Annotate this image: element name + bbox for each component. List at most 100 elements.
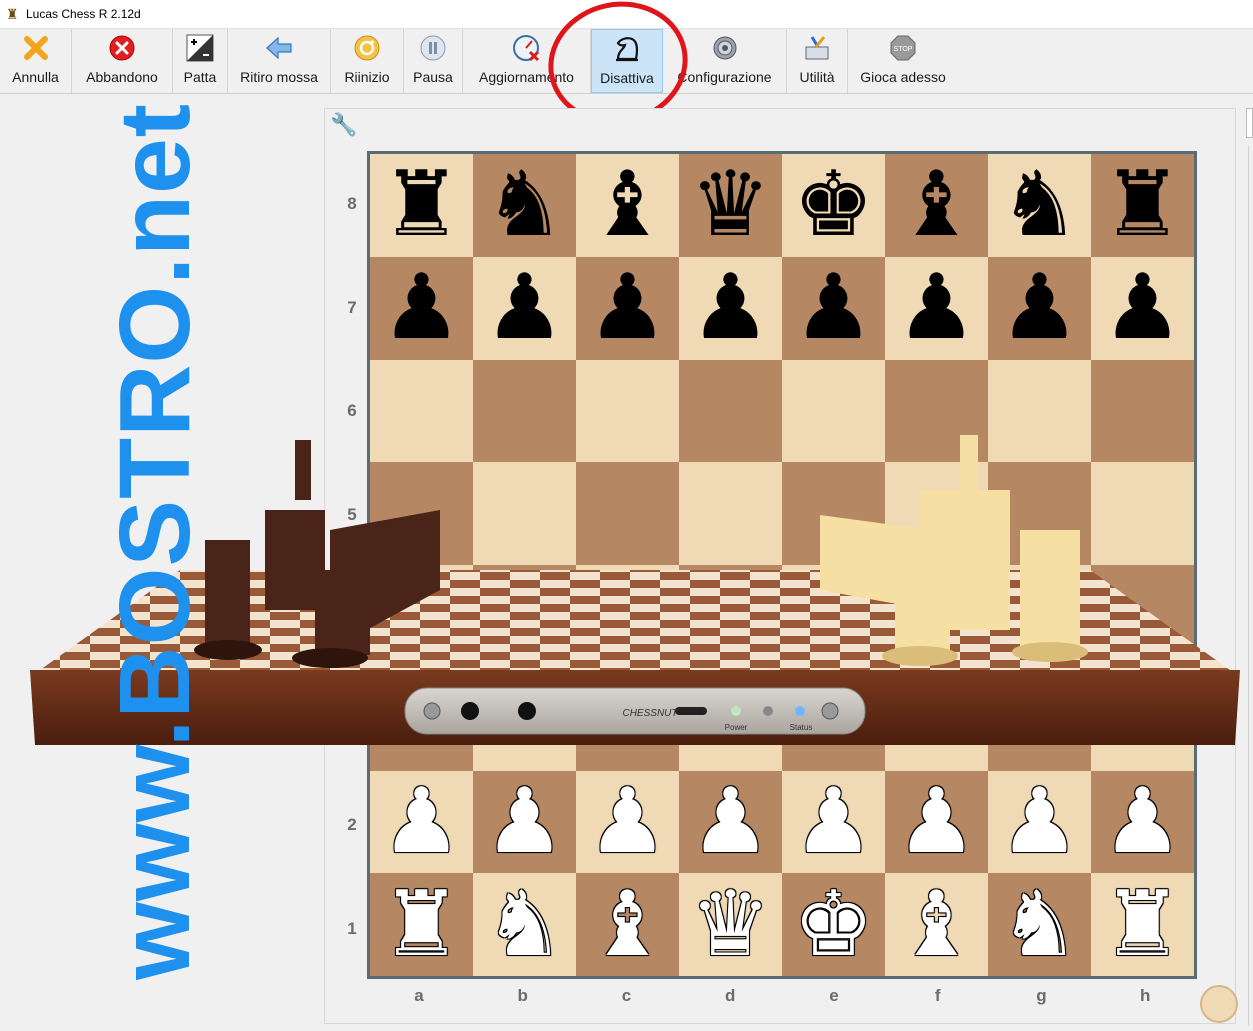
rank-label: 6 (347, 401, 357, 420)
white-piece[interactable]: ♜ (381, 879, 462, 970)
square-b1[interactable]: ♞ (473, 873, 576, 976)
black-piece[interactable]: ♟ (793, 263, 874, 353)
white-piece[interactable]: ♝ (587, 879, 668, 970)
disattiva-button[interactable]: Disattiva (591, 29, 663, 93)
black-piece[interactable]: ♟ (484, 263, 565, 353)
square-d8[interactable]: ♛ (679, 154, 782, 257)
update-gauge-icon (512, 33, 542, 63)
utilita-button[interactable]: Utilità (787, 29, 848, 93)
white-piece[interactable]: ♞ (999, 879, 1080, 970)
wrench-icon[interactable]: 🔧 (330, 112, 357, 138)
patta-button[interactable]: Patta (173, 29, 228, 93)
square-e2[interactable]: ♟ (782, 770, 885, 874)
white-piece[interactable]: ♟ (587, 776, 668, 867)
square-a7[interactable]: ♟ (370, 256, 473, 360)
white-piece[interactable]: ♟ (793, 776, 874, 867)
square-b2[interactable]: ♟ (473, 770, 576, 874)
sidebar-scroll-button[interactable] (1246, 108, 1253, 138)
aggiornamento-button[interactable]: Aggiornamento (463, 29, 591, 93)
square-f2[interactable]: ♟ (885, 770, 988, 874)
black-piece[interactable]: ♝ (587, 160, 668, 250)
black-piece[interactable]: ♟ (999, 263, 1080, 353)
white-piece[interactable]: ♛ (690, 879, 771, 970)
square-a2[interactable]: ♟ (370, 770, 473, 874)
abbandono-button[interactable]: Abbandono (72, 29, 173, 93)
abbandono-label: Abbandono (86, 69, 158, 85)
white-piece[interactable]: ♚ (793, 879, 874, 970)
black-piece[interactable]: ♟ (690, 263, 771, 353)
window-title: Lucas Chess R 2.12d (26, 7, 141, 21)
black-piece[interactable]: ♛ (690, 160, 771, 250)
toolbox-icon (802, 33, 832, 63)
configurazione-button[interactable]: Configurazione (663, 29, 787, 93)
pausa-button[interactable]: Pausa (404, 29, 463, 93)
square-f8[interactable]: ♝ (885, 154, 988, 257)
black-piece[interactable]: ♞ (999, 160, 1080, 250)
riinizio-label: Riinizio (344, 69, 390, 85)
square-h2[interactable]: ♟ (1091, 770, 1194, 874)
square-f7[interactable]: ♟ (885, 256, 988, 360)
black-piece[interactable]: ♟ (1102, 263, 1183, 353)
square-b8[interactable]: ♞ (473, 154, 576, 257)
black-piece[interactable]: ♟ (896, 263, 977, 353)
watermark-text: www.BOSTRO.net (99, 103, 211, 980)
rank-label: 1 (347, 918, 357, 938)
black-piece[interactable]: ♝ (896, 160, 977, 250)
black-piece[interactable]: ♟ (381, 263, 462, 353)
square-g2[interactable]: ♟ (988, 770, 1091, 874)
annulla-label: Annulla (12, 69, 59, 85)
square-g8[interactable]: ♞ (988, 154, 1091, 257)
ritiro-mossa-label: Ritiro mossa (240, 69, 318, 85)
white-piece[interactable]: ♟ (690, 776, 771, 867)
black-piece[interactable]: ♚ (793, 160, 874, 250)
draw-icon (185, 33, 215, 63)
square-b7[interactable]: ♟ (473, 256, 576, 360)
white-piece[interactable]: ♟ (1102, 776, 1183, 867)
white-piece[interactable]: ♟ (999, 776, 1080, 867)
cancel-x-icon (21, 33, 51, 63)
white-piece[interactable]: ♟ (381, 776, 462, 867)
resign-icon (107, 33, 137, 63)
square-c1[interactable]: ♝ (576, 873, 679, 976)
square-e7[interactable]: ♟ (782, 256, 885, 360)
square-d1[interactable]: ♛ (679, 873, 782, 976)
square-c7[interactable]: ♟ (576, 256, 679, 360)
square-c2[interactable]: ♟ (576, 770, 679, 874)
white-piece[interactable]: ♝ (896, 879, 977, 970)
device-power-label: Power (725, 723, 748, 732)
square-e1[interactable]: ♚ (782, 873, 885, 976)
file-label: g (1036, 986, 1047, 1005)
svg-text:STOP: STOP (894, 46, 913, 53)
app-logo-icon: ♜ (6, 6, 19, 22)
square-d2[interactable]: ♟ (679, 770, 782, 874)
square-f1[interactable]: ♝ (885, 873, 988, 976)
chessnut-board-photo: CHESSNUT Power Status (30, 435, 1240, 745)
annulla-button[interactable]: Annulla (0, 29, 72, 93)
black-piece[interactable]: ♜ (381, 160, 462, 250)
white-piece[interactable]: ♟ (896, 776, 977, 867)
white-piece[interactable]: ♟ (484, 776, 565, 867)
rank-label: 7 (347, 297, 357, 317)
square-g1[interactable]: ♞ (988, 873, 1091, 976)
black-piece[interactable]: ♞ (484, 160, 565, 250)
riinizio-button[interactable]: Riinizio (331, 29, 404, 93)
square-h8[interactable]: ♜ (1091, 154, 1194, 257)
aggiornamento-label: Aggiornamento (479, 69, 574, 85)
square-h1[interactable]: ♜ (1091, 873, 1194, 976)
file-label: h (1140, 986, 1151, 1005)
square-c8[interactable]: ♝ (576, 154, 679, 257)
square-d7[interactable]: ♟ (679, 256, 782, 360)
gioca-adesso-button[interactable]: STOP Gioca adesso (848, 29, 958, 93)
square-g7[interactable]: ♟ (988, 256, 1091, 360)
square-a8[interactable]: ♜ (370, 154, 473, 257)
black-piece[interactable]: ♟ (587, 263, 668, 353)
square-h7[interactable]: ♟ (1091, 256, 1194, 360)
white-piece[interactable]: ♞ (484, 879, 565, 970)
black-piece[interactable]: ♜ (1102, 160, 1183, 250)
square-e8[interactable]: ♚ (782, 154, 885, 257)
patta-label: Patta (183, 69, 217, 85)
white-piece[interactable]: ♜ (1102, 879, 1183, 970)
square-a1[interactable]: ♜ (370, 873, 473, 976)
ritiro-mossa-button[interactable]: Ritiro mossa (228, 29, 331, 93)
takeback-arrow-icon (264, 33, 294, 63)
